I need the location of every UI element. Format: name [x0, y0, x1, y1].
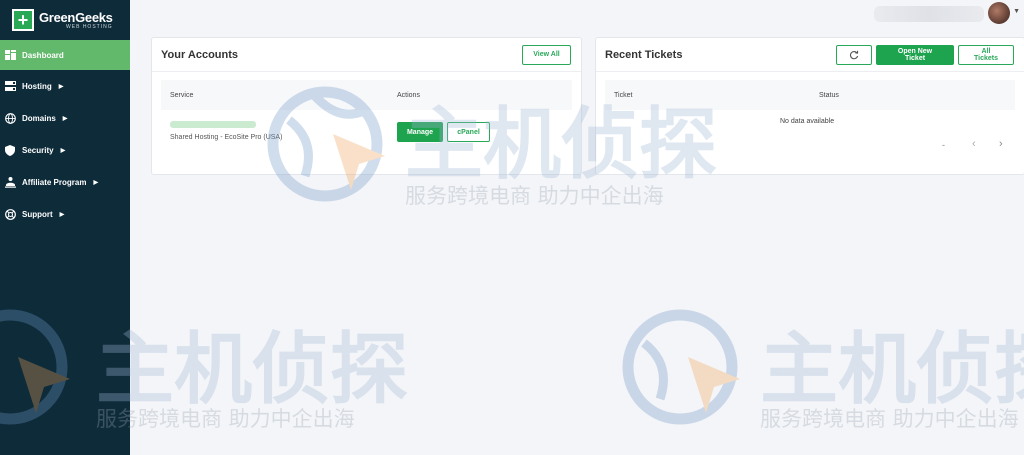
- sidebar-item-label: Dashboard: [22, 50, 64, 60]
- sidebar-item-domains[interactable]: Domains ▶: [0, 102, 130, 134]
- avatar[interactable]: [988, 2, 1010, 24]
- sidebar-item-affiliate-program[interactable]: Affiliate Program ▶: [0, 166, 130, 198]
- refresh-button[interactable]: [836, 44, 872, 65]
- open-new-ticket-button[interactable]: Open New Ticket: [876, 44, 954, 65]
- column-service: Service: [170, 91, 194, 99]
- domain-redacted: [170, 121, 256, 128]
- sidebar: + GreenGeeks WEB HOSTING Dashboard Hosti…: [0, 0, 130, 455]
- table-row: Shared Hosting - EcoSite Pro (USA) Manag…: [152, 110, 581, 170]
- sidebar-item-hosting[interactable]: Hosting ▶: [0, 70, 130, 102]
- tickets-table-header: Ticket Status: [605, 80, 1015, 110]
- tickets-title: Recent Tickets: [605, 48, 683, 61]
- globe-icon: [4, 112, 16, 124]
- all-tickets-button[interactable]: All Tickets: [958, 44, 1014, 65]
- brand-name: GreenGeeks: [39, 9, 113, 25]
- column-actions: Actions: [397, 91, 420, 99]
- caret-right-icon: ▶: [60, 147, 66, 154]
- empty-message: No data available: [780, 118, 835, 125]
- watermark-title: 主机侦探: [760, 325, 1024, 415]
- chevron-left-icon[interactable]: ‹: [972, 138, 976, 150]
- caret-right-icon: ▶: [59, 211, 65, 218]
- watermark-slogan: 服务跨境电商 助力中企出海: [760, 407, 1019, 431]
- sidebar-item-support[interactable]: Support ▶: [0, 198, 130, 230]
- caret-right-icon: ▶: [58, 83, 64, 90]
- cpanel-button[interactable]: cPanel: [447, 122, 490, 142]
- manage-button[interactable]: Manage: [397, 122, 443, 142]
- affiliate-icon: [4, 176, 16, 188]
- tickets-card: Recent Tickets Open New Ticket All Ticke…: [595, 37, 1024, 175]
- sidebar-item-label: Affiliate Program: [22, 177, 87, 187]
- accounts-card: Your Accounts View All Service Actions S…: [151, 37, 582, 175]
- chevron-down-icon[interactable]: ▼: [1013, 8, 1020, 15]
- watermark-slogan: 服务跨境电商 助力中企出海: [96, 407, 355, 431]
- sidebar-item-label: Domains: [22, 113, 56, 123]
- shield-icon: [4, 144, 16, 156]
- column-ticket: Ticket: [614, 91, 633, 99]
- watermark-title: 主机侦探: [96, 325, 409, 415]
- pager-dash: -: [942, 140, 945, 150]
- brand-logo[interactable]: + GreenGeeks WEB HOSTING: [0, 0, 130, 40]
- dashboard-icon: [4, 49, 16, 61]
- watermark-slogan: 服务跨境电商 助力中企出海: [405, 184, 664, 208]
- sidebar-item-label: Security: [22, 145, 54, 155]
- caret-right-icon: ▶: [93, 179, 99, 186]
- brand-subtitle: WEB HOSTING: [66, 23, 113, 30]
- sidebar-item-label: Hosting: [22, 81, 52, 91]
- service-name: Shared Hosting - EcoSite Pro (USA): [170, 134, 283, 141]
- top-bar: ▼: [130, 0, 1024, 30]
- watermark-globe-icon: [622, 309, 740, 425]
- sidebar-item-dashboard[interactable]: Dashboard: [0, 40, 130, 70]
- chevron-right-icon[interactable]: ›: [999, 138, 1003, 150]
- view-all-button[interactable]: View All: [522, 44, 571, 65]
- sidebar-item-security[interactable]: Security ▶: [0, 134, 130, 166]
- plus-logo-icon: +: [12, 9, 34, 31]
- support-icon: [4, 208, 16, 220]
- refresh-icon: [849, 50, 859, 59]
- watermark: 主机侦探 服务跨境电商 助力中企出海: [610, 305, 1024, 435]
- server-icon: [4, 80, 16, 92]
- sidebar-item-label: Support: [22, 209, 53, 219]
- accounts-title: Your Accounts: [161, 48, 239, 61]
- column-status: Status: [819, 91, 839, 99]
- accounts-table-header: Service Actions: [161, 80, 572, 110]
- caret-right-icon: ▶: [62, 115, 68, 122]
- user-name-redacted: [874, 6, 984, 22]
- tickets-body: No data available - ‹ ›: [596, 110, 1024, 170]
